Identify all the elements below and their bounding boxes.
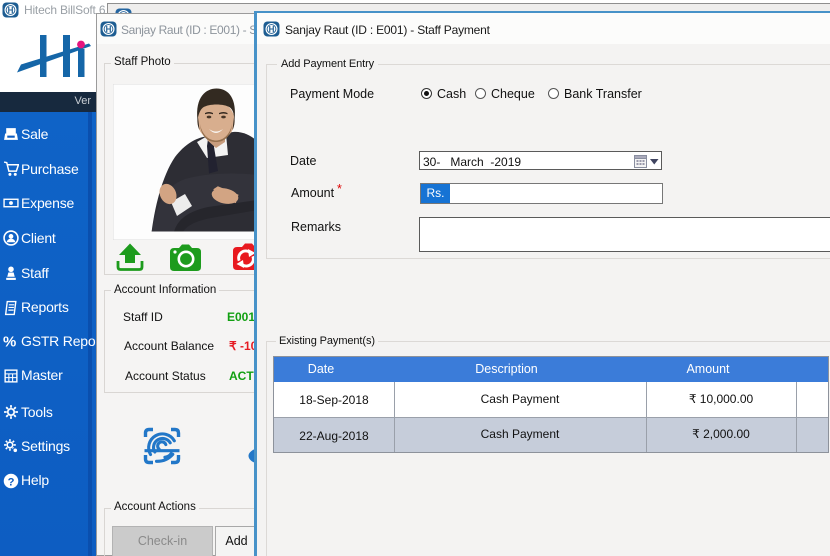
svg-text:?: ? xyxy=(8,476,15,488)
svg-text:H: H xyxy=(8,6,14,15)
svg-text:%: % xyxy=(3,333,16,349)
svg-text:H: H xyxy=(269,25,275,34)
svg-text:H: H xyxy=(106,25,112,34)
